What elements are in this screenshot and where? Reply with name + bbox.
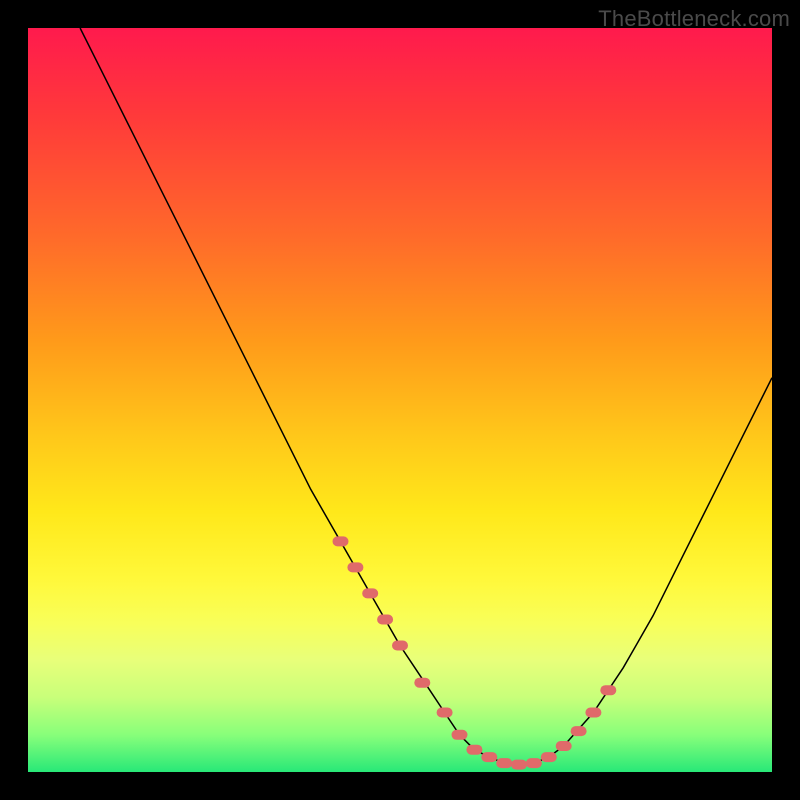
highlight-points-group [333,536,617,769]
watermark-text: TheBottleneck.com [598,6,790,32]
highlight-point [362,588,378,598]
highlight-point [541,752,557,762]
highlight-point [526,758,542,768]
highlight-point [377,615,393,625]
chart-plot-area [28,28,772,772]
highlight-point [496,758,512,768]
highlight-point [392,641,408,651]
chart-svg [28,28,772,772]
highlight-point [585,708,601,718]
highlight-point [333,536,349,546]
highlight-point [481,752,497,762]
curve-group [80,28,772,765]
highlight-point [600,685,616,695]
highlight-point [437,708,453,718]
chart-frame: TheBottleneck.com [0,0,800,800]
highlight-point [571,726,587,736]
bottleneck-curve-path [80,28,772,765]
highlight-point [556,741,572,751]
highlight-point [452,730,468,740]
highlight-point [347,562,363,572]
highlight-point [414,678,430,688]
highlight-point [511,760,527,770]
highlight-point [466,745,482,755]
